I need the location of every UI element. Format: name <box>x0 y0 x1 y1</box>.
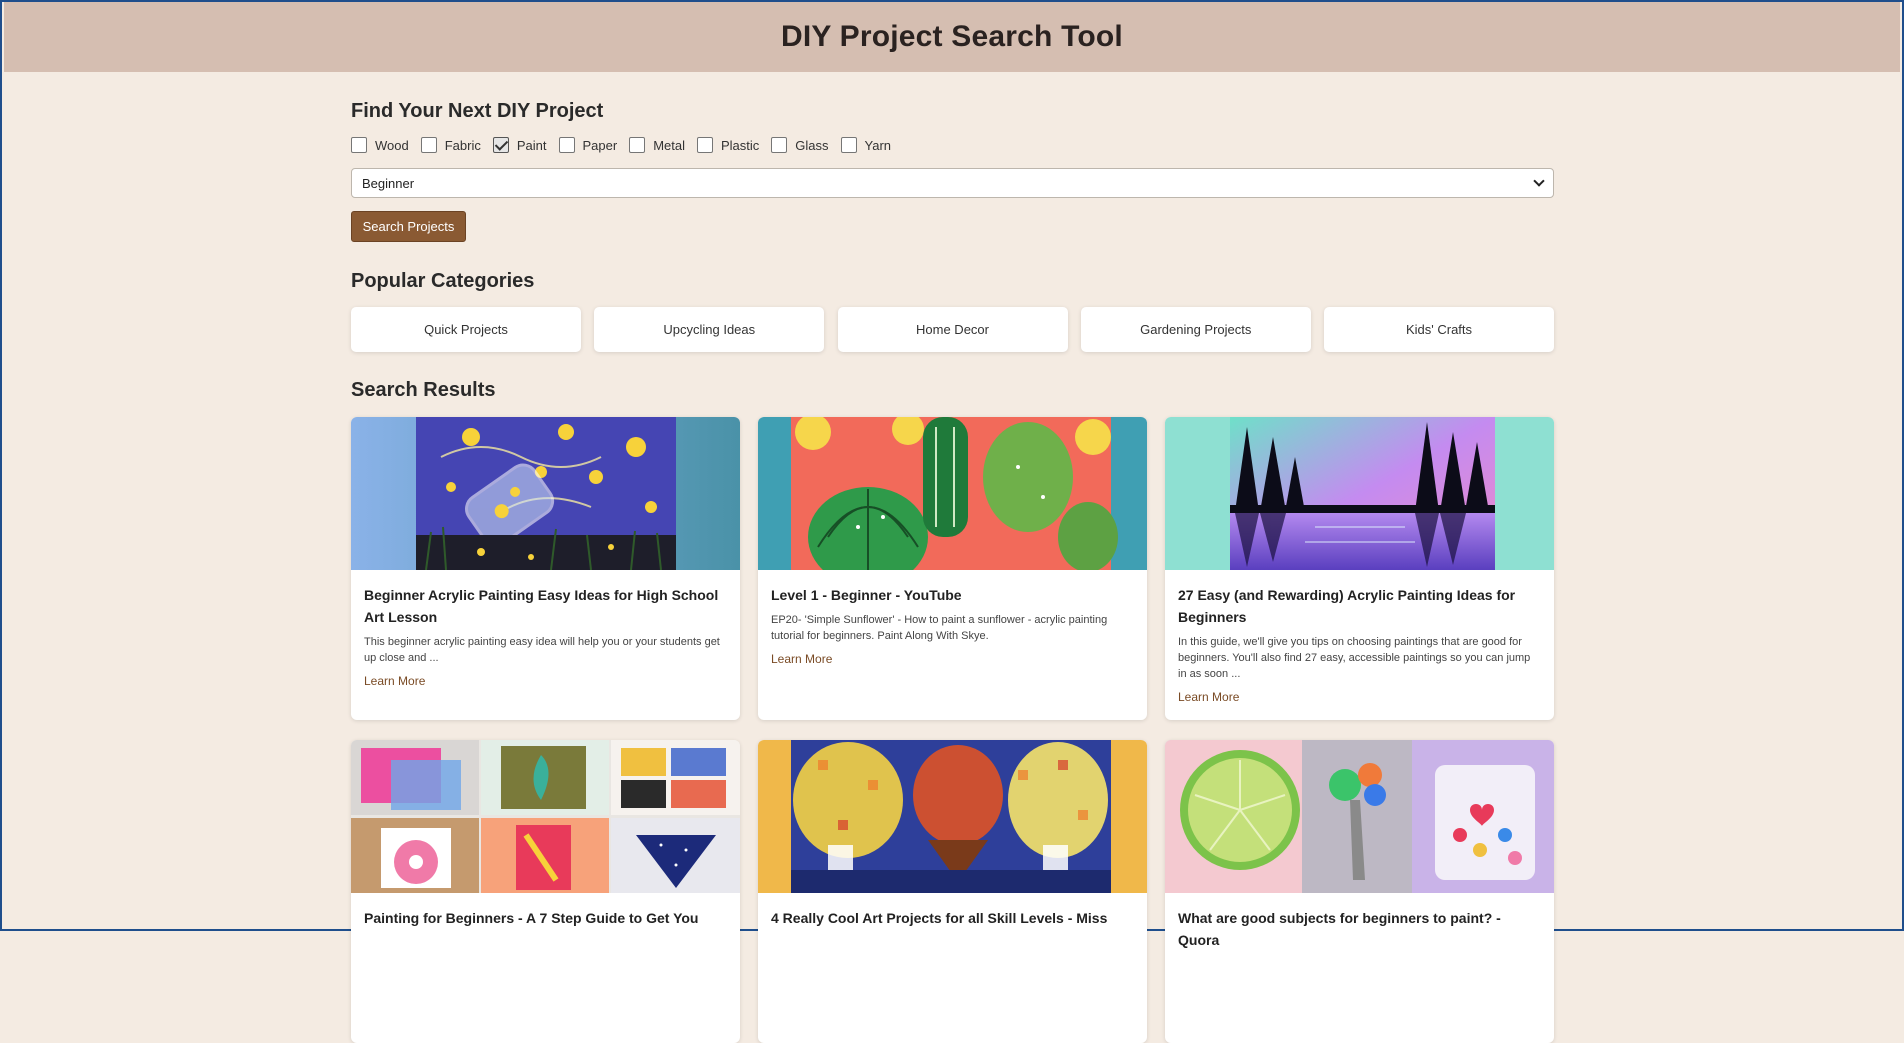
result-image <box>758 417 1147 570</box>
material-label: Glass <box>795 137 829 153</box>
result-title[interactable]: Painting for Beginners - A 7 Step Guide … <box>364 907 727 929</box>
page-header: DIY Project Search Tool <box>4 2 1900 72</box>
search-projects-button[interactable]: Search Projects <box>351 211 466 242</box>
material-label: Plastic <box>721 137 760 153</box>
learn-more-link[interactable]: Learn More <box>364 674 425 688</box>
metal-checkbox[interactable] <box>629 137 646 153</box>
paint-checkbox[interactable] <box>492 137 509 153</box>
result-description: In this guide, we'll give you tips on ch… <box>1178 636 1531 680</box>
paper-checkbox[interactable] <box>558 137 575 153</box>
result-image <box>1165 740 1554 893</box>
result-title[interactable]: 4 Really Cool Art Projects for all Skill… <box>771 907 1134 929</box>
category-quick-projects[interactable]: Quick Projects <box>351 307 581 352</box>
material-plastic[interactable]: Plastic <box>697 137 759 153</box>
material-yarn[interactable]: Yarn <box>840 137 892 153</box>
yarn-checkbox[interactable] <box>840 137 857 153</box>
material-wood[interactable]: Wood <box>351 137 409 153</box>
material-label: Metal <box>653 137 685 153</box>
result-card[interactable]: 27 Easy (and Rewarding) Acrylic Painting… <box>1165 417 1554 720</box>
result-title[interactable]: What are good subjects for beginners to … <box>1178 907 1541 951</box>
result-description: EP20- 'Simple Sunflower' - How to paint … <box>771 614 1108 642</box>
result-image <box>1165 417 1554 570</box>
learn-more-link[interactable]: Learn More <box>771 652 832 666</box>
result-card[interactable]: Level 1 - Beginner - YouTube EP20- 'Simp… <box>758 417 1147 720</box>
fabric-checkbox[interactable] <box>420 137 437 153</box>
result-title[interactable]: 27 Easy (and Rewarding) Acrylic Painting… <box>1178 584 1541 628</box>
category-kids-crafts[interactable]: Kids' Crafts <box>1324 307 1554 352</box>
result-card[interactable]: 4 Really Cool Art Projects for all Skill… <box>758 740 1147 1043</box>
result-card[interactable]: What are good subjects for beginners to … <box>1165 740 1554 1043</box>
material-label: Paper <box>582 137 618 153</box>
result-image <box>351 740 740 893</box>
materials-filter: Wood Fabric Paint Paper Metal Plastic Gl… <box>351 137 903 153</box>
glass-checkbox[interactable] <box>771 137 788 153</box>
result-description: This beginner acrylic painting easy idea… <box>364 636 720 664</box>
result-card[interactable]: Beginner Acrylic Painting Easy Ideas for… <box>351 417 740 720</box>
material-label: Paint <box>516 137 547 153</box>
material-fabric[interactable]: Fabric <box>420 137 481 153</box>
plastic-checkbox[interactable] <box>697 137 713 153</box>
material-label: Fabric <box>444 137 481 153</box>
material-paint[interactable]: Paint <box>492 137 547 153</box>
material-label: Wood <box>375 137 409 153</box>
results-grid: Beginner Acrylic Painting Easy Ideas for… <box>351 417 1554 1043</box>
chevron-down-icon <box>1533 175 1545 187</box>
result-title[interactable]: Beginner Acrylic Painting Easy Ideas for… <box>364 584 727 628</box>
result-image <box>758 740 1147 893</box>
categories-row: Quick Projects Upcycling Ideas Home Deco… <box>351 307 1554 352</box>
search-results-title: Search Results <box>351 379 496 401</box>
page-title: DIY Project Search Tool <box>781 20 1123 53</box>
result-card[interactable]: Painting for Beginners - A 7 Step Guide … <box>351 740 740 1043</box>
category-gardening-projects[interactable]: Gardening Projects <box>1080 307 1311 352</box>
search-section-title: Find Your Next DIY Project <box>351 100 604 122</box>
difficulty-select[interactable]: Beginner <box>351 168 1554 198</box>
category-upcycling-ideas[interactable]: Upcycling Ideas <box>594 307 825 352</box>
popular-categories-title: Popular Categories <box>351 270 535 292</box>
learn-more-link[interactable]: Learn More <box>1178 690 1239 704</box>
difficulty-selected-value: Beginner <box>362 175 415 191</box>
wood-checkbox[interactable] <box>351 137 367 153</box>
result-image <box>351 417 740 570</box>
category-home-decor[interactable]: Home Decor <box>837 307 1068 352</box>
material-paper[interactable]: Paper <box>558 137 618 153</box>
material-glass[interactable]: Glass <box>771 137 829 153</box>
result-title[interactable]: Level 1 - Beginner - YouTube <box>771 584 1134 606</box>
material-label: Yarn <box>864 137 892 153</box>
material-metal[interactable]: Metal <box>629 137 685 153</box>
